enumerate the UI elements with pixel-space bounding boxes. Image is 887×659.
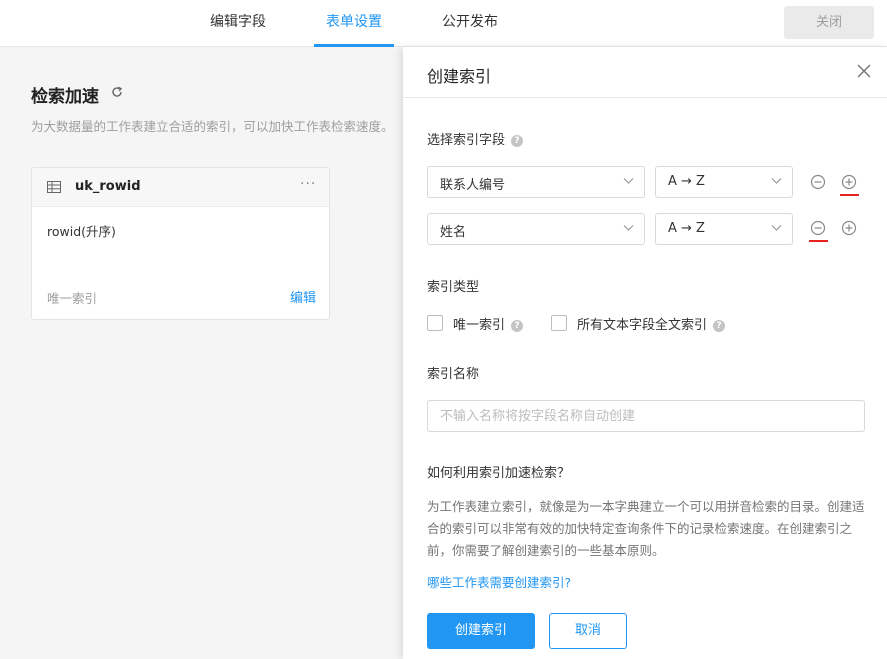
create-index-drawer: 创建索引 选择索引字段? 联系人编号 A → Z 姓名 A → Z 索引类型 唯… [403,47,887,659]
remove-field-icon[interactable] [810,220,826,236]
unique-index-label: 唯一索引? [453,314,524,333]
drawer-title: 创建索引 [427,67,492,86]
index-card-header: uk_rowid ··· [32,168,329,207]
fulltext-index-label: 所有文本字段全文索引? [577,314,726,333]
index-name-input[interactable] [427,400,865,432]
tab-public-publish[interactable]: 公开发布 [428,0,512,47]
chevron-down-icon [771,225,782,231]
highlight-mark [840,194,859,196]
drawer-divider [403,97,887,98]
refresh-icon[interactable] [111,86,123,98]
close-button[interactable]: 关闭 [784,6,874,39]
name-section-label: 索引名称 [427,367,480,382]
index-type: 唯一索引 [47,291,98,306]
fulltext-index-checkbox[interactable] [551,315,567,331]
add-field-icon[interactable] [841,220,857,236]
index-field: rowid(升序) [47,224,116,239]
tab-form-settings[interactable]: 表单设置 [314,0,394,47]
order-select-2[interactable]: A → Z [655,213,793,245]
help-link[interactable]: 哪些工作表需要创建索引? [427,572,571,591]
create-index-button[interactable]: 创建索引 [427,613,535,649]
order-select-1[interactable]: A → Z [655,166,793,198]
top-bar: 编辑字段 表单设置 公开发布 关闭 [0,0,887,47]
help-icon[interactable]: ? [511,135,524,147]
edit-index-link[interactable]: 编辑 [290,287,316,306]
add-field-icon[interactable] [841,174,857,190]
chevron-down-icon [623,225,634,231]
help-icon[interactable]: ? [713,320,726,332]
more-options-icon[interactable]: ··· [300,176,316,192]
table-icon [47,181,61,193]
help-title: 如何利用索引加速检索？ [427,466,571,481]
help-icon[interactable]: ? [511,320,524,332]
type-section-label: 索引类型 [427,280,480,295]
unique-index-checkbox[interactable] [427,315,443,331]
index-name: uk_rowid [75,179,141,194]
chevron-down-icon [623,178,634,184]
page-description: 为大数据量的工作表建立合适的索引，可以加快工作表检索速度。 [31,119,394,134]
cancel-button[interactable]: 取消 [549,613,627,649]
remove-field-icon[interactable] [810,174,826,190]
field-select-2[interactable]: 姓名 [427,213,645,245]
field-select-1[interactable]: 联系人编号 [427,166,645,198]
highlight-mark [809,240,828,242]
index-card: uk_rowid ··· rowid(升序) 唯一索引 编辑 [31,167,330,320]
chevron-down-icon [771,178,782,184]
help-body: 为工作表建立索引，就像是为一本字典建立一个可以用拼音检索的目录。创建适合的索引可… [427,499,865,558]
field-section-label: 选择索引字段? [427,129,524,148]
close-icon[interactable] [857,64,871,78]
tab-edit-fields[interactable]: 编辑字段 [196,0,280,47]
page-title: 检索加速 [31,87,99,107]
